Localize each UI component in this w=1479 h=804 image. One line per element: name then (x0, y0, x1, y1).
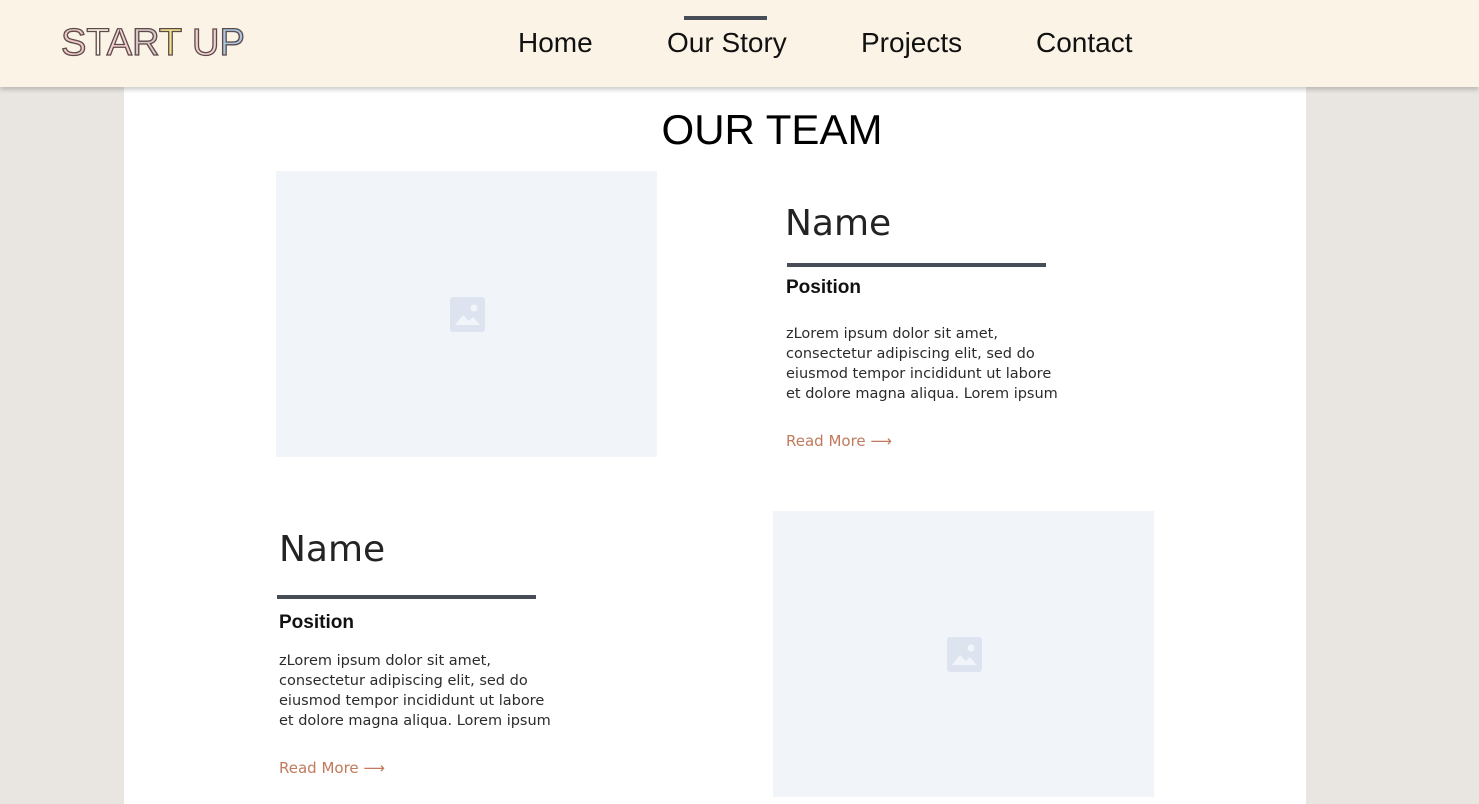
logo-letter: P (219, 21, 246, 64)
nav-item-projects[interactable]: Projects (861, 26, 962, 60)
main-content: OUR TEAM Name Position zLorem ipsum dolo… (124, 87, 1306, 804)
name-divider (787, 263, 1046, 267)
logo-letter: T (158, 21, 182, 64)
name-divider (277, 595, 536, 599)
member-bio: zLorem ipsum dolor sit amet, consectetur… (279, 653, 551, 729)
team-member-photo (773, 511, 1154, 797)
nav-item-our-story[interactable]: Our Story (667, 26, 787, 60)
member-position: Position (786, 277, 861, 298)
logo-letter (181, 22, 192, 64)
member-bio: zLorem ipsum dolor sit amet, consectetur… (786, 326, 1058, 402)
nav-active-indicator (684, 16, 767, 20)
nav-item-home[interactable]: Home (518, 26, 593, 60)
member-position: Position (279, 612, 354, 633)
site-header: START UP Home Our Story Projects Contact (0, 0, 1479, 87)
page-title: OUR TEAM (661, 106, 883, 153)
logo[interactable]: START UP (60, 21, 246, 64)
logo-letter: S (60, 21, 87, 64)
nav-item-contact[interactable]: Contact (1036, 26, 1133, 60)
member-name: Name (279, 529, 386, 570)
image-placeholder-icon (449, 297, 485, 332)
read-more-link[interactable]: Read More ⟶ (279, 758, 385, 778)
member-name: Name (785, 203, 892, 244)
logo-letter: T (86, 21, 108, 64)
image-placeholder-icon (946, 637, 982, 672)
logo-letter: U (191, 21, 220, 64)
team-member-photo (276, 171, 657, 457)
read-more-link[interactable]: Read More ⟶ (786, 431, 892, 451)
logo-letter: A (106, 21, 133, 64)
logo-letter: R (131, 21, 159, 64)
